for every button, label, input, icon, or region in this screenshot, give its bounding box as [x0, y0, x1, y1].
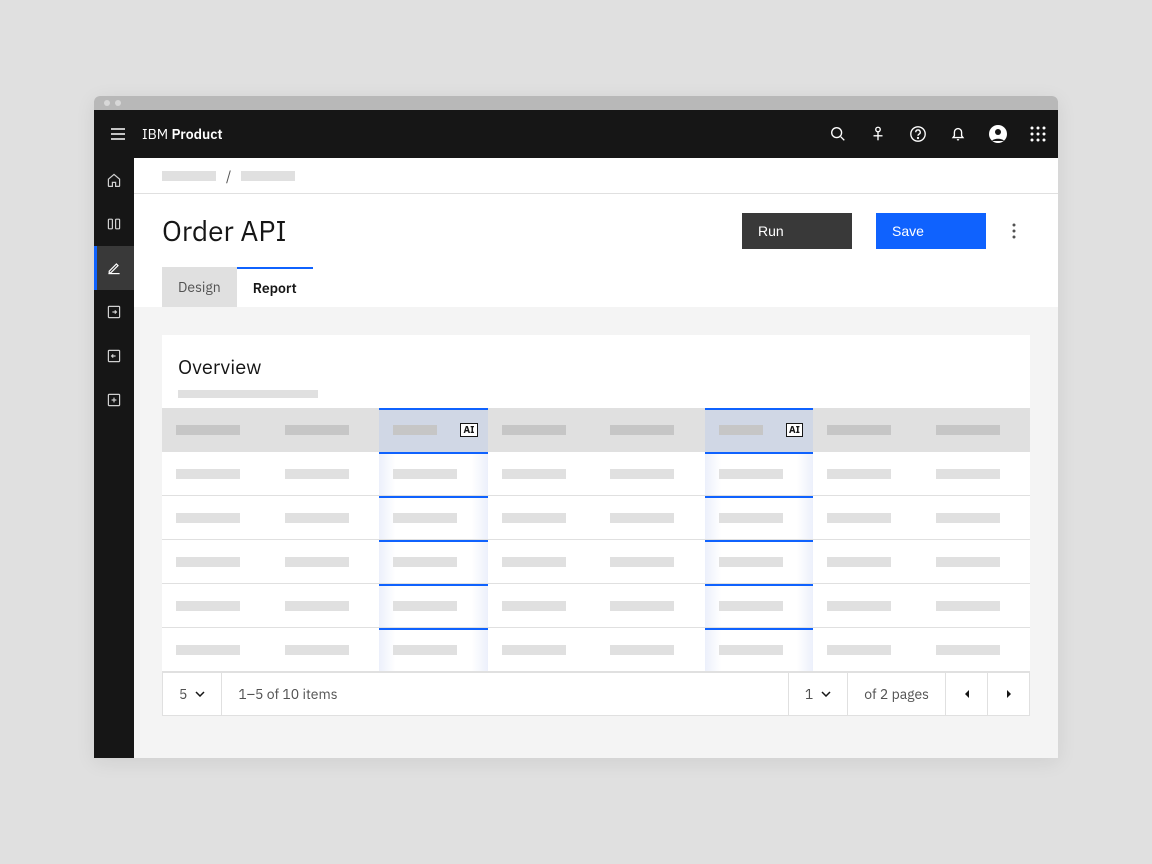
ai-column-header[interactable]: AI [379, 408, 488, 452]
page-number-value: 1 [805, 685, 813, 703]
table-row[interactable] [162, 584, 1030, 628]
nav-edit-icon[interactable] [94, 246, 134, 290]
breadcrumb-item[interactable] [162, 171, 216, 181]
previous-page-button[interactable] [945, 673, 987, 715]
overview-panel: Overview AI [162, 335, 1030, 716]
column-header[interactable] [271, 408, 380, 452]
menu-icon[interactable] [94, 110, 142, 158]
window-control-dot[interactable] [104, 100, 110, 106]
brand-name: Product [171, 125, 222, 143]
help-icon[interactable] [898, 110, 938, 158]
caret-left-icon [963, 689, 971, 699]
run-button[interactable]: Run [742, 213, 852, 249]
table-row[interactable] [162, 628, 1030, 672]
overflow-menu-icon[interactable] [998, 213, 1030, 249]
breadcrumb: / [134, 158, 1058, 194]
table-row[interactable] [162, 496, 1030, 540]
tabs: Design Report [162, 267, 1030, 307]
window-control-dot[interactable] [115, 100, 121, 106]
main-content: / Order API Run Save Design Report O [134, 158, 1058, 758]
ai-column-header[interactable]: AI [705, 408, 814, 452]
nav-export-icon[interactable] [94, 334, 134, 378]
app-window: IBM Product [94, 96, 1058, 758]
column-header[interactable] [596, 408, 705, 452]
ai-label-icon: AI [460, 423, 477, 437]
chevron-down-icon [821, 691, 831, 697]
ai-label-icon: AI [786, 423, 803, 437]
nav-home-icon[interactable] [94, 158, 134, 202]
window-titlebar [94, 96, 1058, 110]
body: / Order API Run Save Design Report O [94, 158, 1058, 758]
tab-report[interactable]: Report [237, 267, 313, 307]
next-page-button[interactable] [987, 673, 1029, 715]
caret-right-icon [1005, 689, 1013, 699]
column-header[interactable] [488, 408, 597, 452]
search-icon[interactable] [818, 110, 858, 158]
chevron-down-icon [195, 691, 205, 697]
page-size-value: 5 [179, 685, 187, 703]
panel-header: Overview [162, 335, 1030, 408]
page-number-select[interactable]: 1 [788, 673, 848, 715]
save-button[interactable]: Save [876, 213, 986, 249]
app-switcher-icon[interactable] [1018, 110, 1058, 158]
page-size-select[interactable]: 5 [163, 673, 222, 715]
page-total: of 2 pages [848, 673, 945, 715]
tab-design[interactable]: Design [162, 267, 237, 307]
global-header: IBM Product [94, 110, 1058, 158]
page-title: Order API [162, 212, 742, 249]
breadcrumb-item[interactable] [241, 171, 295, 181]
user-avatar-icon[interactable] [978, 110, 1018, 158]
column-header[interactable] [922, 408, 1031, 452]
column-header[interactable] [162, 408, 271, 452]
route-icon[interactable] [858, 110, 898, 158]
nav-catalog-icon[interactable] [94, 202, 134, 246]
table-row[interactable] [162, 452, 1030, 496]
panel-subtitle-placeholder [178, 390, 318, 398]
column-header[interactable] [813, 408, 922, 452]
page-header: Order API Run Save [134, 194, 1058, 249]
panel-title: Overview [178, 353, 1014, 380]
notification-bell-icon[interactable] [938, 110, 978, 158]
table-header-row: AI AI [162, 408, 1030, 452]
nav-add-icon[interactable] [94, 378, 134, 422]
brand-prefix: IBM [142, 125, 168, 143]
side-nav [94, 158, 134, 758]
data-table: AI AI [162, 408, 1030, 672]
brand: IBM Product [142, 125, 223, 143]
nav-import-icon[interactable] [94, 290, 134, 334]
table-row[interactable] [162, 540, 1030, 584]
pagination: 5 1–5 of 10 items 1 of 2 pages [162, 672, 1030, 716]
tab-panel-report: Overview AI [134, 307, 1058, 758]
pagination-range: 1–5 of 10 items [222, 673, 353, 715]
breadcrumb-separator: / [226, 167, 231, 185]
